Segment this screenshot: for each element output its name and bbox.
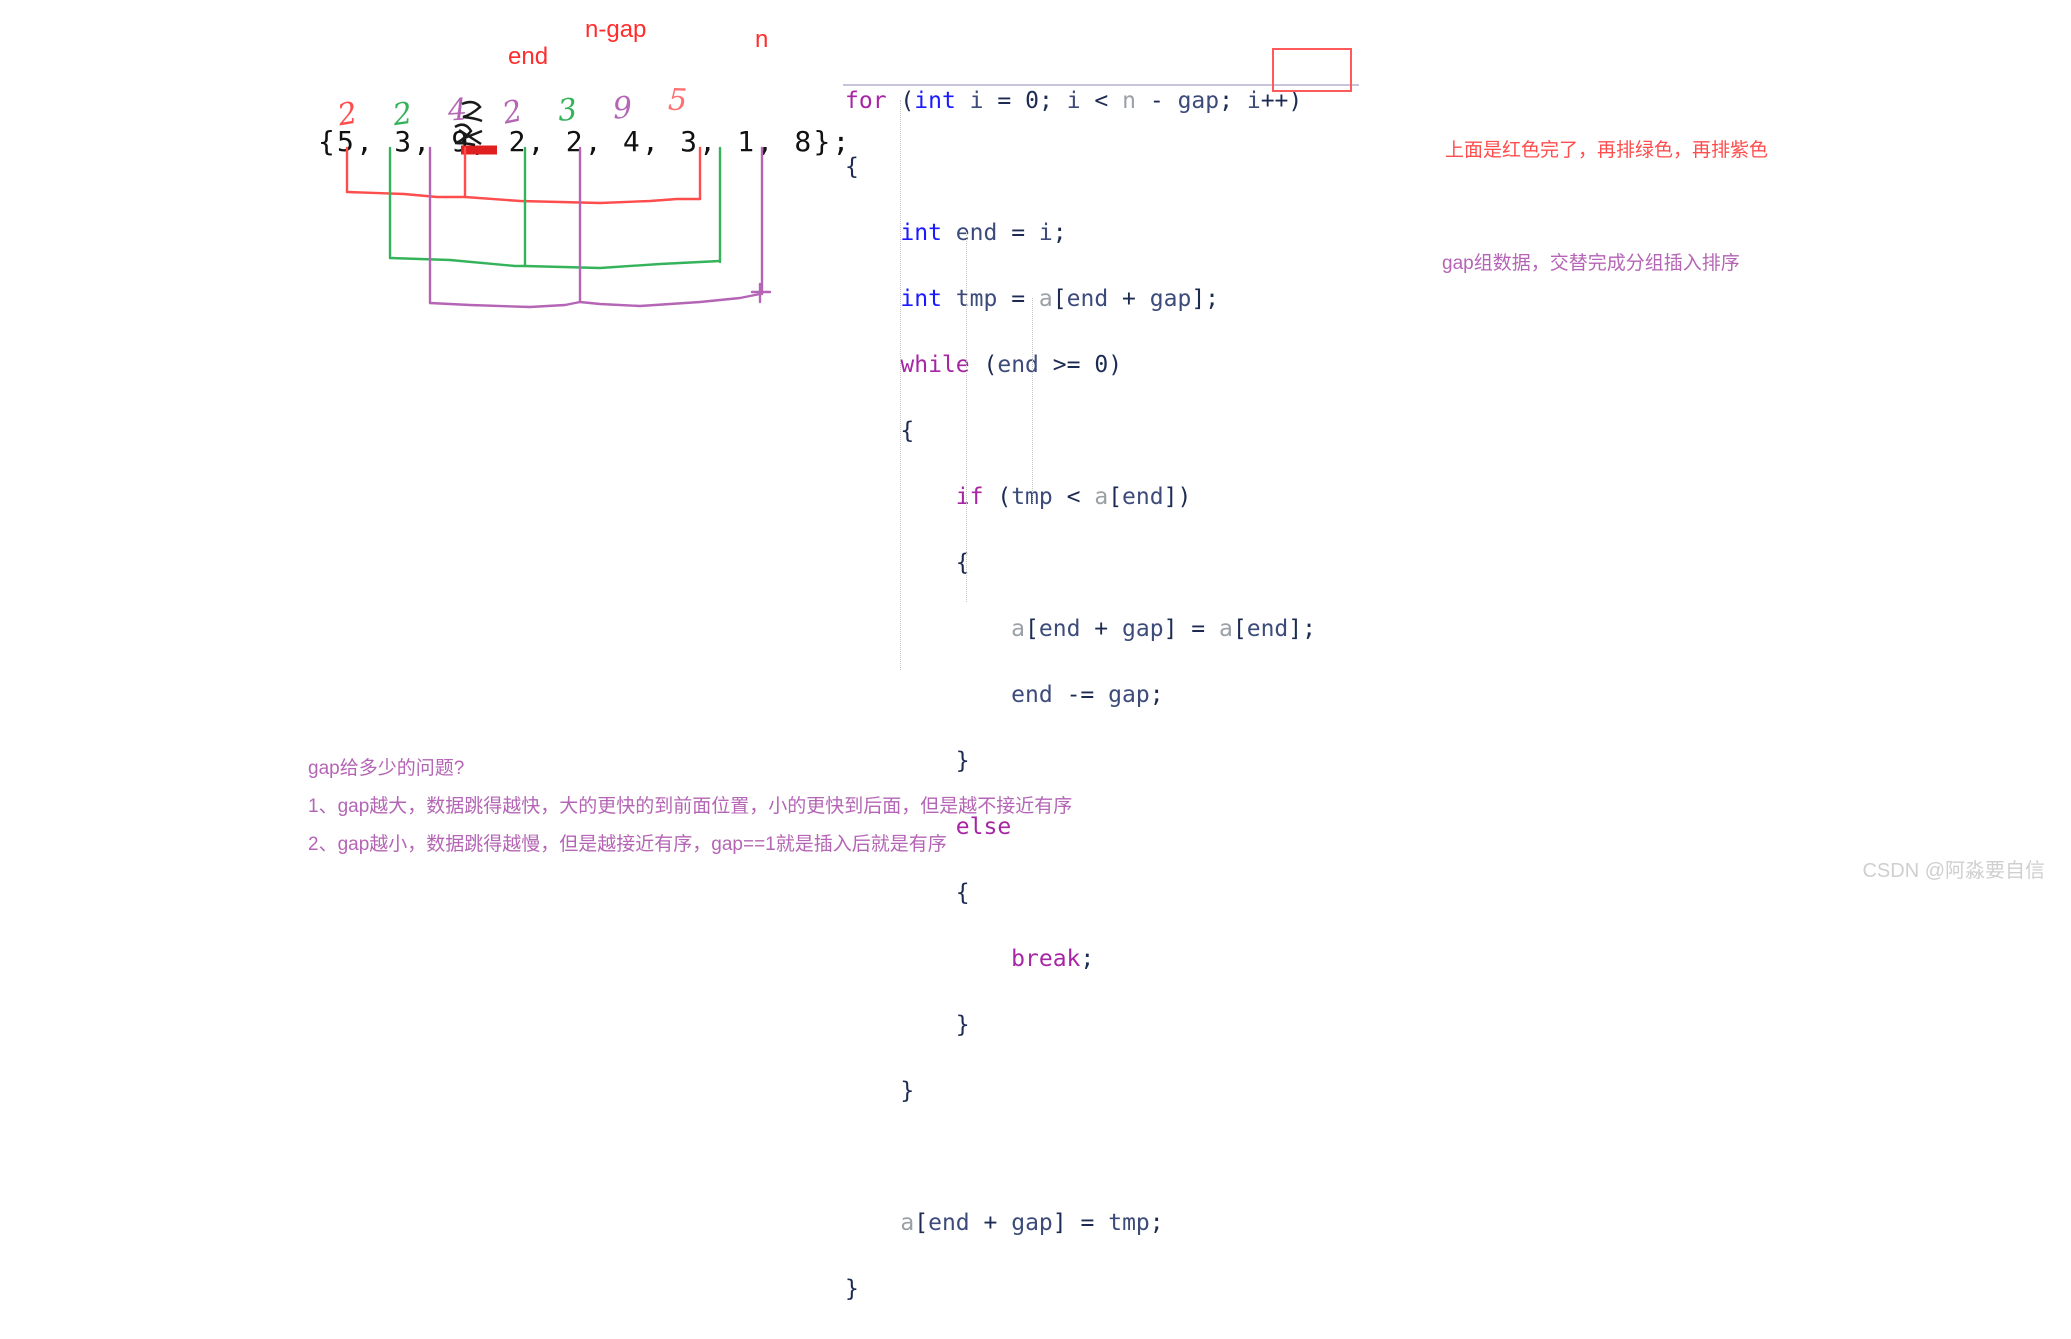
code-line-while-open: {	[900, 418, 915, 444]
gap-question-title: gap给多少的问题?	[308, 758, 465, 779]
code-line-shift: a[end + gap] = a[end];	[1011, 616, 1316, 642]
code-line-else-open: {	[955, 880, 970, 906]
code-line-while-close: }	[900, 1078, 915, 1104]
scribble-marks	[454, 123, 483, 147]
indent-guide-2	[966, 232, 968, 602]
code-line-int-tmp: int tmp = a[end + gap];	[900, 286, 1220, 312]
code-line-for: for (int i = 0; i < n - gap; i++)	[845, 88, 1303, 114]
code-line-end-minus: end -= gap;	[1011, 682, 1164, 708]
increment-highlight-box	[1272, 48, 1352, 92]
indent-guide-3	[1032, 298, 1034, 503]
grouping-lines-sketch	[345, 100, 772, 309]
code-line-while: while (end >= 0)	[900, 352, 1123, 378]
code-line-close-brace: }	[845, 1276, 859, 1302]
gap-note-item-2: 2、gap越小，数据跳得越慢，但是越接近有序，gap==1就是插入后就是有序	[308, 834, 947, 855]
group-lines-green	[388, 146, 722, 270]
code-line-if: if (tmp < a[end])	[955, 484, 1192, 510]
group-lines-red	[345, 146, 702, 205]
code-line-if-open: {	[955, 550, 970, 576]
note-red-order: 上面是红色完了，再排绿色，再排紫色	[1445, 140, 1769, 161]
indent-guide-1	[900, 100, 902, 670]
code-line-assign-tmp: a[end + gap] = tmp;	[900, 1210, 1164, 1236]
note-purple-gap-groups: gap组数据，交替完成分组插入排序	[1442, 253, 1740, 274]
scribble-marks-2	[461, 100, 483, 123]
code-line-break: break;	[1011, 946, 1095, 972]
csdn-watermark: CSDN @阿淼要自信	[1862, 860, 2045, 882]
gap-discussion-notes: gap给多少的问题? 1、gap越大，数据跳得越快，大的更快的到前面位置，小的更…	[308, 750, 1072, 864]
gap-note-item-1: 1、gap越大，数据跳得越快，大的更快的到前面位置，小的更快到后面，但是越不接近…	[308, 796, 1073, 817]
code-line-else-close: }	[955, 1012, 970, 1038]
code-line-open-brace: {	[845, 154, 859, 180]
code-line-int-end: int end = i;	[900, 220, 1067, 246]
array-diagram: end n-gap n {5, 3, 9, 2, 2, 4, 3, 1, 8};…	[0, 0, 849, 350]
code-block: for (int i = 0; i < n - gap; i++) { int …	[845, 52, 1316, 1339]
